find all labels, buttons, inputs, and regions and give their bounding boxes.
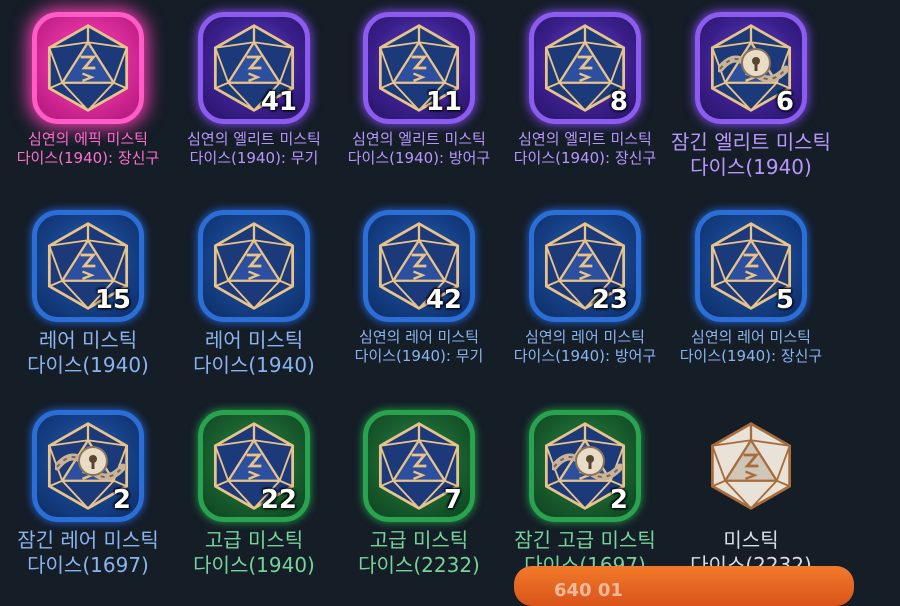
item-name: 레어 미스틱 다이스(1940)	[27, 328, 149, 378]
item-name-line: 다이스(1940): 장신구	[513, 148, 657, 167]
item-name-line: 다이스(1940)	[193, 553, 315, 577]
mystic-dice-icon	[710, 422, 792, 510]
item-tile[interactable]: 23	[529, 210, 641, 322]
item-count: 7	[443, 485, 462, 515]
item-name-line: 심연의 에픽 미스틱	[28, 130, 148, 148]
item-slot-elite-acc[interactable]: 8 심연의 엘리트 미스틱 다이스(1940): 장신구	[502, 0, 668, 190]
item-name-line: 다이스(1940)	[690, 155, 812, 179]
item-name-line: 고급 미스틱	[204, 528, 304, 552]
item-name-line: 다이스(1940): 장신구	[16, 148, 160, 167]
item-name-line: 다이스(1940): 방어구	[513, 346, 657, 365]
item-slot-rare-locked[interactable]: 2 잠긴 레어 미스틱 다이스(1697)	[5, 398, 171, 588]
item-name-line: 심연의 레어 미스틱	[359, 328, 479, 346]
item-name-line: 다이스(1940): 무기	[354, 346, 484, 365]
item-name-line: 미스틱	[723, 528, 779, 552]
item-name-line: 잠긴 레어 미스틱	[17, 528, 159, 552]
item-count: 2	[609, 485, 628, 515]
item-name-line: 심연의 엘리트 미스틱	[352, 130, 486, 148]
item-count: 11	[425, 87, 462, 117]
item-name-line: 다이스(1697)	[27, 553, 149, 577]
mystic-dice-icon	[213, 222, 295, 310]
item-slot-rare-arm[interactable]: 23 심연의 레어 미스틱 다이스(1940): 방어구	[502, 198, 668, 388]
item-name: 심연의 레어 미스틱 다이스(1940): 장신구	[680, 328, 823, 366]
item-tile[interactable]: 2	[529, 410, 641, 522]
item-tile[interactable]	[198, 210, 310, 322]
item-tile[interactable]: 2	[32, 410, 144, 522]
item-slot-rare-wpn[interactable]: 42 심연의 레어 미스틱 다이스(1940): 무기	[336, 198, 502, 388]
bottom-action-bar[interactable]: 640 01	[514, 566, 854, 606]
item-slot-rare-1[interactable]: 15 레어 미스틱 다이스(1940)	[5, 198, 171, 388]
item-tile[interactable]: 41	[198, 12, 310, 124]
item-slot-epic-acc[interactable]: 심연의 에픽 미스틱 다이스(1940): 장신구	[5, 0, 171, 190]
item-tile[interactable]: 11	[363, 12, 475, 124]
item-name-line: 다이스(1940)	[27, 353, 149, 377]
item-name-line: 심연의 엘리트 미스틱	[518, 130, 652, 148]
item-tile[interactable]: 42	[363, 210, 475, 322]
item-tile[interactable]: 15	[32, 210, 144, 322]
item-slot-elite-locked[interactable]: 6 잠긴 엘리트 미스틱 다이스(1940)	[668, 0, 834, 190]
item-tile[interactable]: 7	[363, 410, 475, 522]
item-slot-adv-2232[interactable]: 7 고급 미스틱 다이스(2232)	[336, 398, 502, 588]
item-tile[interactable]	[695, 410, 807, 522]
item-count: 15	[94, 285, 131, 315]
inventory-grid: 심연의 에픽 미스틱 다이스(1940): 장신구 41 심연의 엘리트 미스틱 다이…	[0, 0, 900, 591]
item-tile[interactable]: 5	[695, 210, 807, 322]
item-name-line: 심연의 레어 미스틱	[525, 328, 645, 346]
item-name-line: 다이스(1940): 장신구	[679, 346, 823, 365]
item-name-line: 다이스(1940): 방어구	[347, 148, 491, 167]
item-slot-elite-wpn[interactable]: 41 심연의 엘리트 미스틱 다이스(1940): 무기	[171, 0, 337, 190]
item-name-line: 잠긴 고급 미스틱	[514, 528, 656, 552]
item-count: 5	[775, 285, 794, 315]
item-slot-adv-1940[interactable]: 22 고급 미스틱 다이스(1940)	[171, 398, 337, 588]
item-count: 22	[260, 485, 297, 515]
item-name-line: 심연의 레어 미스틱	[691, 328, 811, 346]
item-name-line: 레어 미스틱	[204, 328, 304, 352]
item-name: 레어 미스틱 다이스(1940)	[193, 328, 315, 378]
item-name: 심연의 레어 미스틱 다이스(1940): 무기	[355, 328, 484, 366]
item-count: 42	[425, 285, 462, 315]
item-name: 고급 미스틱 다이스(1940)	[193, 528, 315, 578]
item-tile[interactable]: 8	[529, 12, 641, 124]
item-name: 심연의 에픽 미스틱 다이스(1940): 장신구	[17, 130, 160, 168]
item-name: 잠긴 레어 미스틱 다이스(1697)	[17, 528, 159, 578]
item-name: 심연의 엘리트 미스틱 다이스(1940): 무기	[187, 130, 321, 168]
item-slot-elite-arm[interactable]: 11 심연의 엘리트 미스틱 다이스(1940): 방어구	[336, 0, 502, 190]
item-name: 고급 미스틱 다이스(2232)	[358, 528, 480, 578]
item-count: 41	[260, 87, 297, 117]
item-slot-plain-2232[interactable]: 미스틱 다이스(2232)	[668, 398, 834, 588]
item-name: 심연의 엘리트 미스틱 다이스(1940): 방어구	[348, 130, 491, 168]
item-name-line: 심연의 엘리트 미스틱	[187, 130, 321, 148]
item-name: 심연의 레어 미스틱 다이스(1940): 방어구	[514, 328, 657, 366]
item-slot-rare-acc[interactable]: 5 심연의 레어 미스틱 다이스(1940): 장신구	[668, 198, 834, 388]
item-name-line: 고급 미스틱	[369, 528, 469, 552]
item-slot-adv-locked[interactable]: 2 잠긴 고급 미스틱 다이스(1697)	[502, 398, 668, 588]
item-name-line: 잠긴 엘리트 미스틱	[671, 130, 831, 154]
item-count: 6	[775, 87, 794, 117]
item-name: 잠긴 엘리트 미스틱 다이스(1940)	[671, 130, 831, 180]
item-count: 23	[591, 285, 628, 315]
item-name-line: 다이스(2232)	[358, 553, 480, 577]
item-count: 2	[112, 485, 131, 515]
item-name-line: 다이스(1940): 무기	[189, 148, 319, 167]
item-tile[interactable]: 22	[198, 410, 310, 522]
item-slot-rare-2[interactable]: 레어 미스틱 다이스(1940)	[171, 198, 337, 388]
item-tile[interactable]	[32, 12, 144, 124]
item-name-line: 다이스(1940)	[193, 353, 315, 377]
item-count: 8	[609, 87, 628, 117]
item-tile[interactable]: 6	[695, 12, 807, 124]
item-name-line: 레어 미스틱	[38, 328, 138, 352]
mystic-dice-icon	[47, 24, 129, 112]
item-name: 심연의 엘리트 미스틱 다이스(1940): 장신구	[514, 130, 657, 168]
